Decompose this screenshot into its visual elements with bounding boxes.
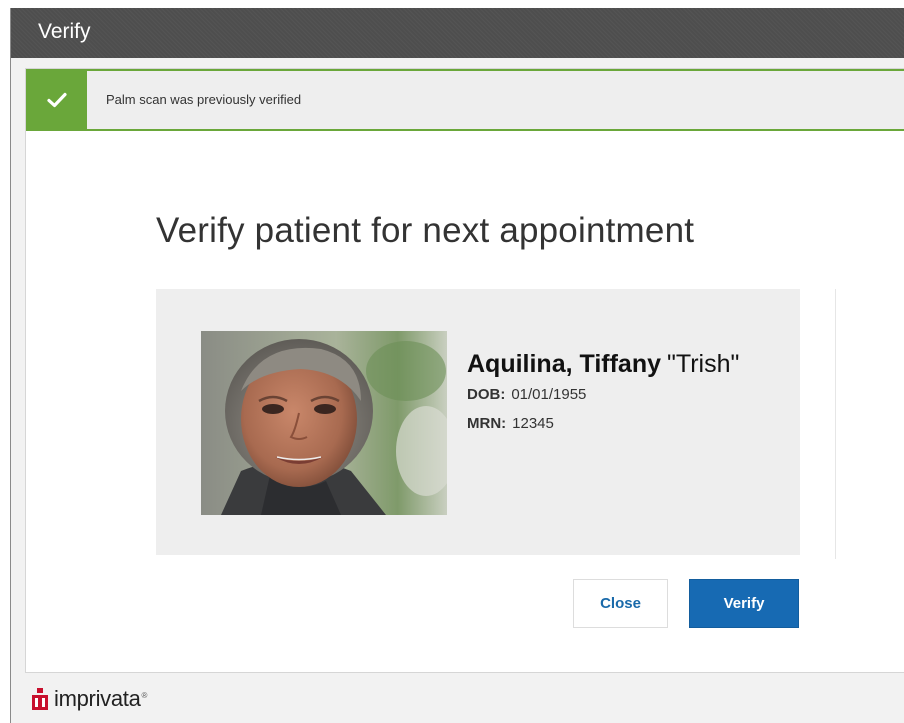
mrn-value: 12345 xyxy=(512,415,554,432)
patient-nickname: "Trish" xyxy=(667,350,740,378)
imprivata-logo: imprivata ® xyxy=(32,686,147,712)
verify-panel: Palm scan was previously verified Verify… xyxy=(25,68,904,673)
panel-divider xyxy=(835,289,836,559)
patient-photo xyxy=(201,331,447,515)
mrn-label: MRN: xyxy=(467,415,507,432)
patient-card: Aquilina, Tiffany "Trish" DOB: 01/01/1955 … xyxy=(156,289,800,555)
status-banner: Palm scan was previously verified xyxy=(26,69,904,131)
patient-name-line: Aquilina, Tiffany "Trish" xyxy=(467,350,739,379)
imprivata-logo-icon xyxy=(32,688,48,710)
dob-label: DOB: xyxy=(467,386,506,403)
page-title: Verify patient for next appointment xyxy=(156,211,695,250)
banner-message: Palm scan was previously verified xyxy=(106,92,302,107)
close-button[interactable]: Close xyxy=(573,579,668,628)
verify-window: Verify Palm scan was previously verified… xyxy=(10,8,904,723)
brand-registered: ® xyxy=(141,690,148,700)
checkmark-icon xyxy=(46,92,67,108)
patient-mrn: MRN: 12345 xyxy=(467,415,554,432)
brand-name: imprivata xyxy=(54,686,141,711)
banner-icon-box xyxy=(26,71,87,129)
dob-value: 01/01/1955 xyxy=(511,386,587,403)
patient-photo-image xyxy=(201,331,447,515)
title-bar: Verify xyxy=(11,8,904,58)
patient-name: Aquilina, Tiffany xyxy=(467,350,661,378)
verify-button[interactable]: Verify xyxy=(689,579,799,628)
window-title: Verify xyxy=(38,20,91,43)
patient-dob: DOB: 01/01/1955 xyxy=(467,386,586,403)
